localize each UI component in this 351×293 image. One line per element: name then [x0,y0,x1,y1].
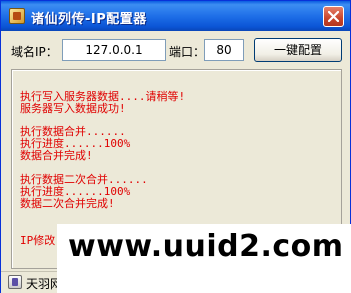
close-icon [328,11,339,22]
window-title: 诸仙列传-IP配置器 [31,12,147,27]
title-bar[interactable]: 诸仙列传-IP配置器 [1,1,350,31]
port-input[interactable]: 80 [204,39,244,61]
config-row: 域名IP： 127.0.0.1 端口： 80 一键配置 [1,38,350,62]
log-line: 服务器写入数据成功! [20,102,126,115]
close-button[interactable] [323,6,344,27]
ip-input[interactable]: 127.0.0.1 [62,39,166,61]
status-app-icon [8,275,22,289]
log-line: 数据合并完成! [20,149,93,162]
watermark-text: www.uuid2.com [68,229,344,264]
ip-label: 域名IP： [11,45,58,59]
port-label: 端口： [169,45,206,59]
configure-button[interactable]: 一键配置 [254,38,342,62]
app-icon [9,8,25,24]
log-line: 数据二次合并完成! [20,197,115,210]
log-line: IP修改 [20,234,56,247]
